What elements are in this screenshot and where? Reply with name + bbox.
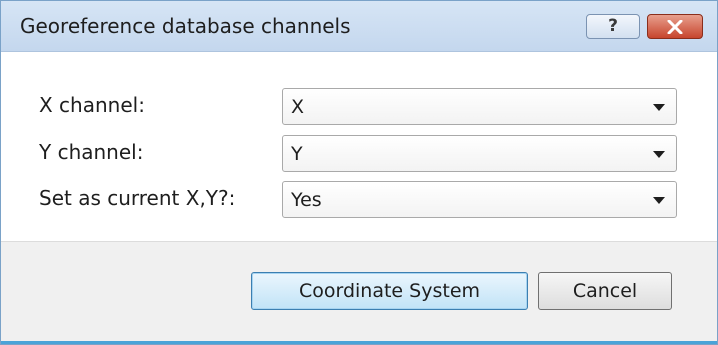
- title-bar[interactable]: Georeference database channels ?: [1, 1, 717, 52]
- close-button[interactable]: [647, 14, 703, 39]
- help-icon: ?: [608, 16, 618, 36]
- set-current-select[interactable]: Yes: [282, 181, 677, 218]
- y-channel-select[interactable]: Y: [282, 135, 677, 172]
- set-current-label: Set as current X,Y?:: [39, 186, 236, 210]
- coordinate-system-button[interactable]: Coordinate System: [251, 272, 528, 310]
- window-title: Georeference database channels: [20, 14, 351, 38]
- x-channel-label: X channel:: [39, 93, 145, 117]
- button-bar: Coordinate System Cancel: [1, 241, 717, 344]
- close-icon: [667, 19, 683, 34]
- georeference-dialog: Georeference database channels ? X chann…: [0, 0, 718, 345]
- dropdown-arrow-icon: [653, 104, 665, 111]
- x-channel-select[interactable]: X: [282, 88, 677, 125]
- y-channel-value: Y: [291, 143, 303, 165]
- window-bottom-border: [1, 341, 717, 344]
- help-button[interactable]: ?: [586, 14, 640, 39]
- y-channel-label: Y channel:: [39, 140, 144, 164]
- cancel-button[interactable]: Cancel: [538, 272, 672, 310]
- dropdown-arrow-icon: [653, 197, 665, 204]
- x-channel-value: X: [291, 96, 305, 118]
- form-panel: X channel: X Y channel: Y Set as current…: [1, 52, 717, 241]
- dropdown-arrow-icon: [653, 151, 665, 158]
- set-current-value: Yes: [291, 189, 322, 211]
